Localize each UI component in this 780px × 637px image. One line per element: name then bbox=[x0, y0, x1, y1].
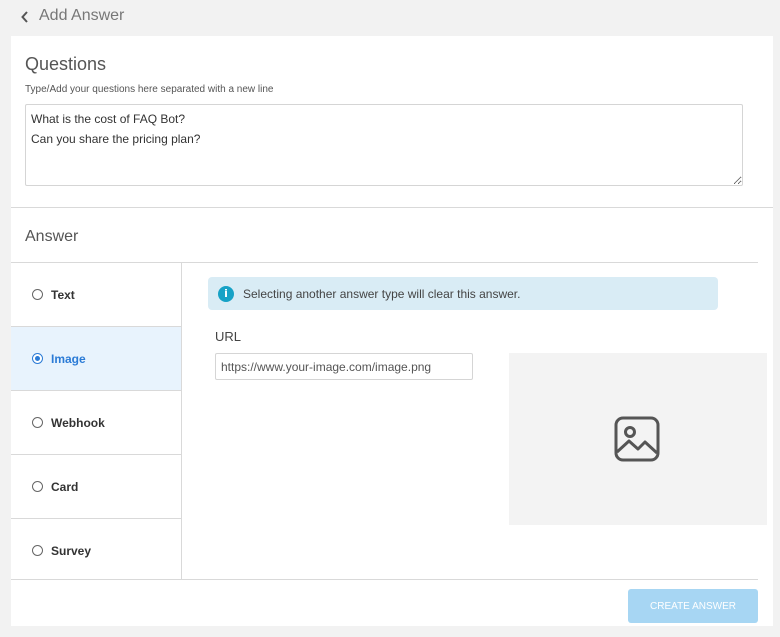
questions-section: Questions Type/Add your questions here s… bbox=[11, 36, 773, 208]
create-answer-button[interactable]: CREATE ANSWER bbox=[628, 589, 758, 623]
info-icon: i bbox=[218, 286, 234, 302]
info-message: Selecting another answer type will clear… bbox=[243, 287, 521, 301]
divider bbox=[11, 579, 758, 580]
answer-type-text[interactable]: Text bbox=[11, 263, 181, 327]
answer-type-label: Webhook bbox=[51, 416, 105, 430]
answer-type-webhook[interactable]: Webhook bbox=[11, 391, 181, 455]
questions-textarea[interactable] bbox=[25, 104, 743, 186]
chevron-left-icon bbox=[21, 11, 28, 23]
radio-button[interactable] bbox=[32, 353, 43, 364]
radio-button[interactable] bbox=[32, 289, 43, 300]
header-bar: Add Answer bbox=[0, 0, 780, 36]
answer-type-label: Survey bbox=[51, 544, 92, 558]
back-button[interactable] bbox=[18, 9, 32, 25]
answer-type-label: Text bbox=[51, 288, 75, 302]
radio-button[interactable] bbox=[32, 417, 43, 428]
divider bbox=[11, 207, 773, 208]
url-label: URL bbox=[215, 329, 242, 344]
radio-button[interactable] bbox=[32, 481, 43, 492]
questions-title: Questions bbox=[25, 54, 107, 74]
answer-type-label: Card bbox=[51, 480, 79, 494]
answer-type-label: Image bbox=[51, 352, 86, 366]
answer-title: Answer bbox=[25, 228, 79, 245]
answer-type-card[interactable]: Card bbox=[11, 455, 181, 519]
page-title: Add Answer bbox=[39, 7, 125, 24]
radio-button[interactable] bbox=[32, 545, 43, 556]
image-placeholder-icon bbox=[614, 416, 660, 462]
info-alert: i Selecting another answer type will cle… bbox=[208, 277, 718, 310]
answer-type-list: Text Image Webhook Card Survey bbox=[11, 263, 182, 582]
url-input[interactable] bbox=[215, 353, 473, 380]
answer-form-card: Questions Type/Add your questions here s… bbox=[11, 36, 773, 626]
questions-hint: Type/Add your questions here separated w… bbox=[25, 84, 274, 95]
answer-type-image[interactable]: Image bbox=[11, 327, 181, 391]
image-preview bbox=[509, 353, 767, 525]
answer-type-survey[interactable]: Survey bbox=[11, 519, 181, 582]
